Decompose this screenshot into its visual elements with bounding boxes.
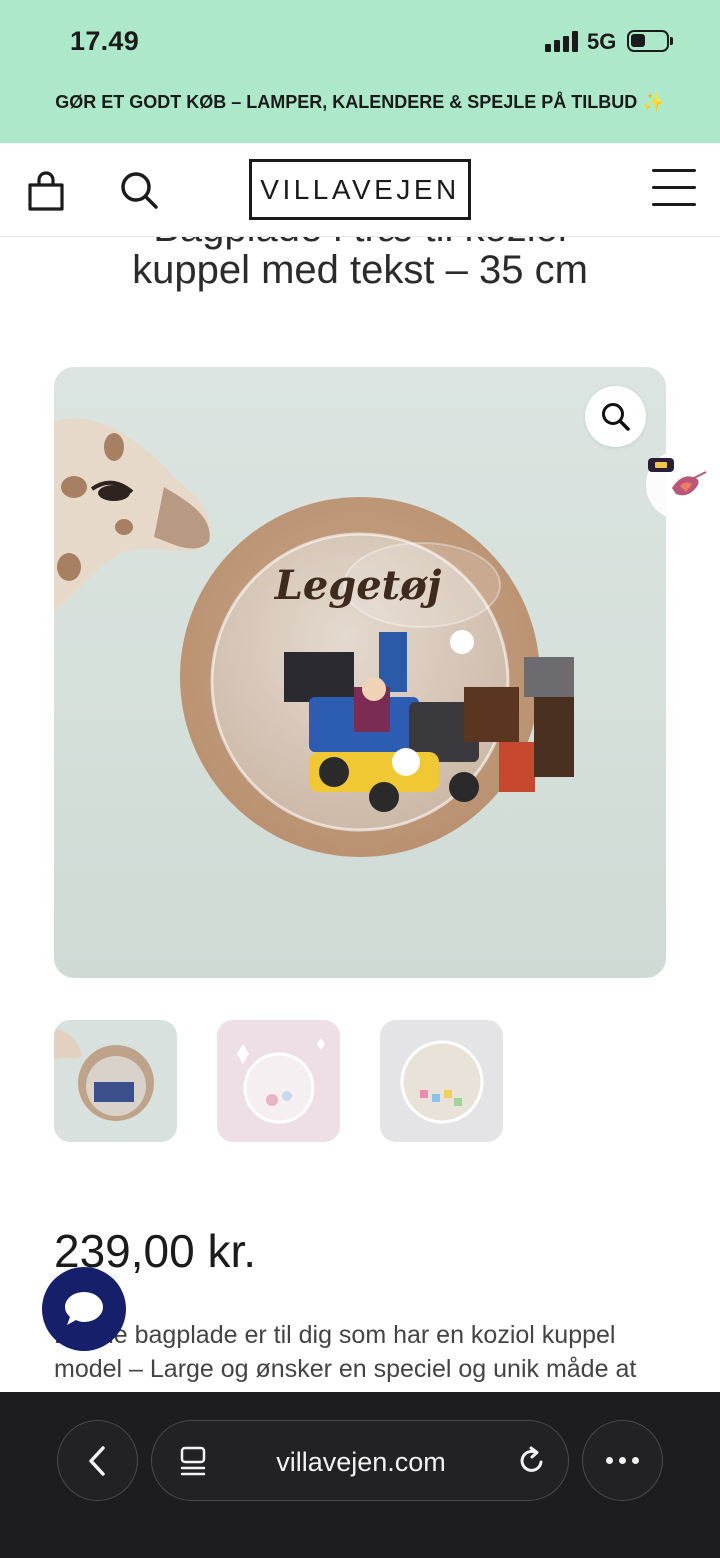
reload-icon[interactable] bbox=[516, 1445, 548, 1477]
zoom-icon bbox=[601, 402, 630, 431]
dome-label-text: Legetøj bbox=[274, 562, 442, 609]
address-bar[interactable]: villavejen.com bbox=[151, 1420, 569, 1501]
dot bbox=[606, 1457, 613, 1464]
thumbnail-3[interactable] bbox=[380, 1020, 503, 1142]
thumbnail-2[interactable] bbox=[217, 1020, 340, 1142]
bird-icon bbox=[648, 458, 707, 496]
product-photo: Legetøj bbox=[54, 418, 574, 857]
url-text[interactable]: villavejen.com bbox=[152, 1447, 570, 1478]
bag-icon[interactable] bbox=[27, 170, 65, 212]
thumbnail-image bbox=[54, 1029, 154, 1121]
more-options-button[interactable] bbox=[582, 1420, 663, 1501]
promo-banner[interactable]: GØR ET GODT KØB – LAMPER, KALENDERE & SP… bbox=[0, 92, 720, 113]
status-bar: 17.49 5G bbox=[0, 0, 720, 80]
dot bbox=[632, 1457, 639, 1464]
sparkles-icon: ✨ bbox=[642, 92, 665, 112]
status-time: 17.49 bbox=[70, 26, 140, 56]
search-icon[interactable] bbox=[118, 169, 160, 211]
product-description: Denne bagplade er til dig som har en koz… bbox=[54, 1321, 637, 1383]
site-logo[interactable]: VILLAVEJEN bbox=[249, 159, 471, 220]
zoom-button[interactable] bbox=[585, 386, 646, 447]
product-title-area: Bagplade i træ til koziol kuppel med tek… bbox=[0, 237, 720, 345]
thumbnail-1[interactable] bbox=[54, 1020, 177, 1142]
product-main-image[interactable]: Legetøj bbox=[54, 367, 666, 978]
back-button[interactable] bbox=[57, 1420, 138, 1501]
chat-bubble-icon bbox=[65, 1292, 103, 1325]
signal-icon bbox=[545, 30, 579, 52]
hamburger-menu-icon[interactable] bbox=[652, 169, 696, 209]
thumbnail-image bbox=[237, 1038, 325, 1124]
loyalty-widget[interactable] bbox=[646, 450, 720, 520]
battery-icon bbox=[627, 30, 669, 52]
product-title: Bagplade i træ til koziol kuppel med tek… bbox=[132, 237, 588, 292]
chat-button[interactable] bbox=[42, 1267, 126, 1351]
dot bbox=[619, 1457, 626, 1464]
site-header: VILLAVEJEN bbox=[0, 143, 720, 237]
chevron-left-icon bbox=[88, 1445, 105, 1476]
thumbnail-image bbox=[400, 1040, 484, 1124]
promo-text: GØR ET GODT KØB – LAMPER, KALENDERE & SP… bbox=[55, 92, 638, 112]
battery-tip bbox=[670, 37, 673, 45]
network-type: 5G bbox=[587, 29, 617, 54]
